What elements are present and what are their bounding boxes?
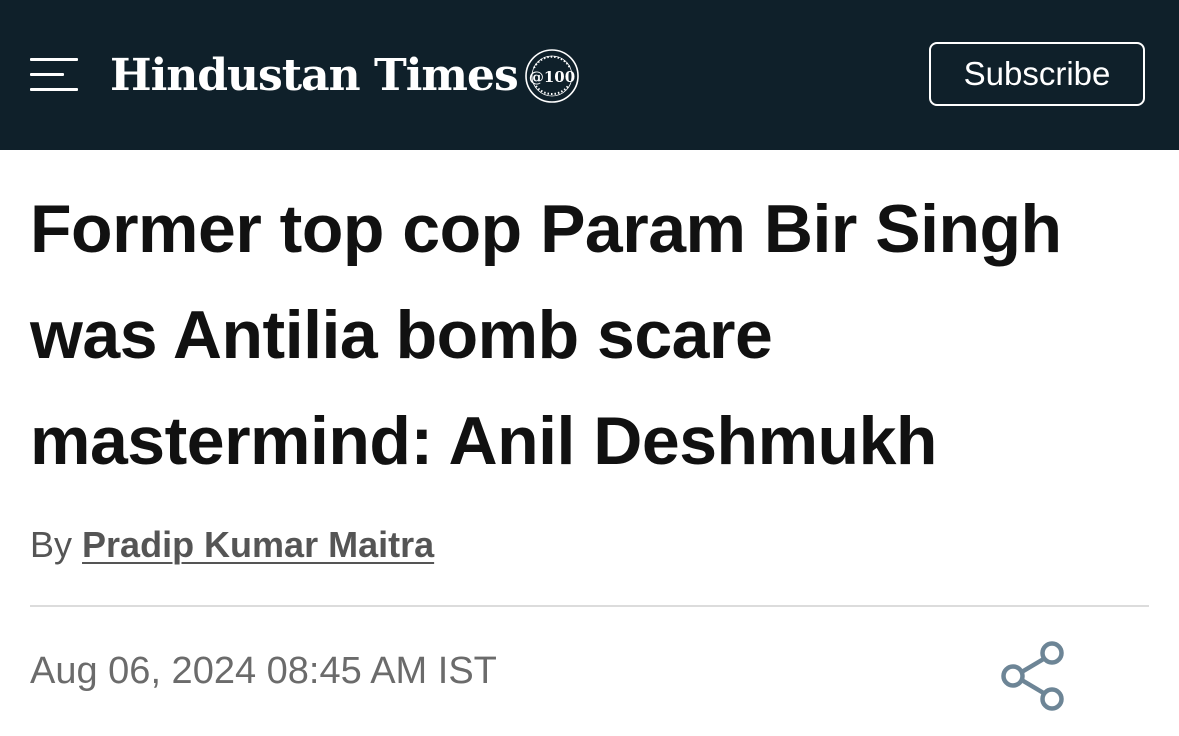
article-page: Hindustan Times @100 Subscribe Former to… [0, 0, 1179, 736]
share-icon[interactable] [1000, 640, 1068, 712]
byline: By Pradip Kumar Maitra [30, 524, 434, 566]
publish-timestamp: Aug 06, 2024 08:45 AM IST [30, 650, 497, 692]
article-headline: Former top cop Param Bir Singh was Antil… [30, 191, 1062, 479]
author-link[interactable]: Pradip Kumar Maitra [82, 524, 434, 565]
site-logo[interactable]: Hindustan Times @100 [110, 40, 580, 112]
menu-line [30, 73, 64, 76]
hamburger-menu-icon[interactable] [30, 56, 78, 94]
logo-wordmark: Hindustan Times [110, 50, 519, 101]
site-header: Hindustan Times @100 Subscribe [0, 0, 1179, 150]
divider [30, 605, 1149, 607]
byline-prefix: By [30, 524, 73, 565]
badge-text: @100 [529, 68, 575, 86]
menu-line [30, 88, 78, 91]
menu-line [30, 58, 78, 61]
subscribe-button[interactable]: Subscribe [929, 42, 1145, 106]
centenary-badge-icon: @100 [524, 48, 580, 104]
